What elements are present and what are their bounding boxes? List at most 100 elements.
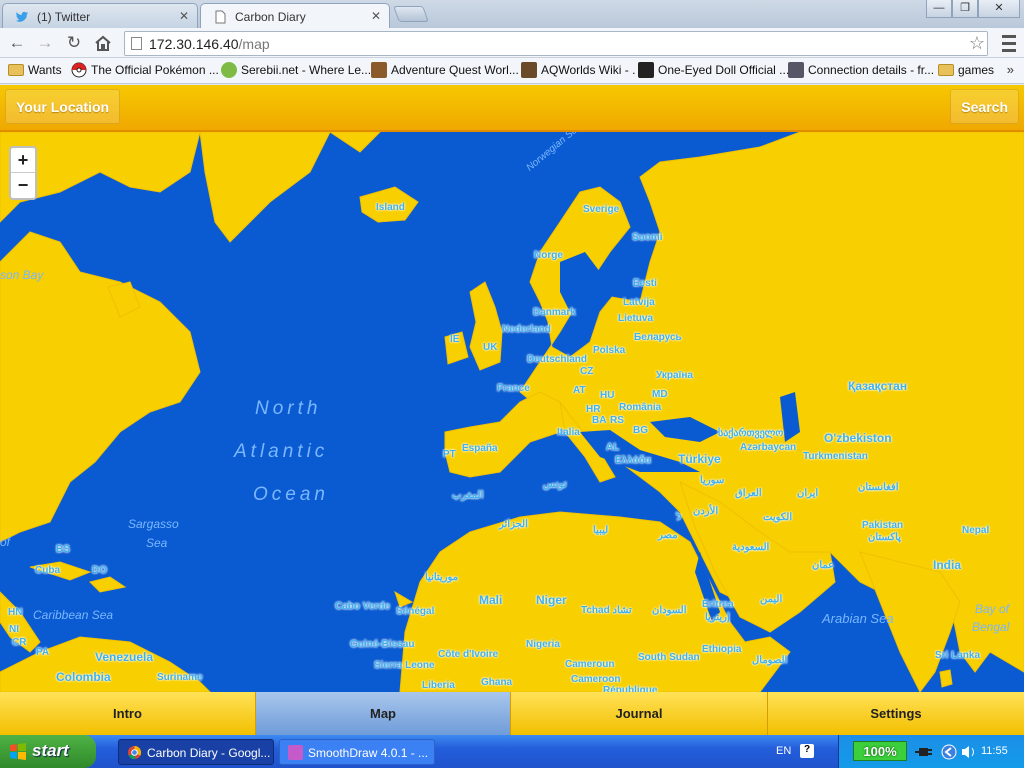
map-label: عمان: [812, 560, 835, 571]
forward-button[interactable]: →: [33, 31, 57, 55]
map-label: Nederland: [502, 324, 551, 335]
map-label: الصومال: [752, 655, 788, 666]
close-tab-icon[interactable]: ✕: [371, 9, 381, 23]
map-label: PA: [36, 647, 50, 658]
map-label: HR: [586, 404, 601, 415]
start-label: start: [32, 741, 69, 760]
bookmark-aqw[interactable]: Adventure Quest Worl...: [371, 62, 519, 78]
map-label: Україна: [656, 370, 693, 381]
tab-carbon-diary[interactable]: Carbon Diary ✕: [200, 3, 390, 28]
bookmark-aqw-wiki[interactable]: AQWorlds Wiki - .: [521, 62, 635, 78]
new-tab-button[interactable]: [393, 6, 429, 22]
bookmark-serebii[interactable]: Serebii.net - Where Le...: [221, 62, 372, 78]
close-window-button[interactable]: ✕: [978, 0, 1020, 18]
map-label: Turkmenistan: [803, 451, 868, 462]
map-label: ليبيا: [593, 525, 609, 536]
serebii-icon: [221, 62, 237, 78]
home-button[interactable]: [91, 31, 115, 55]
tab-journal[interactable]: Journal: [511, 692, 768, 735]
map-label: السعودية: [732, 542, 770, 553]
map-label: Ethiopia: [702, 644, 742, 655]
zoom-control: + −: [9, 146, 37, 200]
map-label: France: [497, 383, 530, 394]
taskbar-item-chrome[interactable]: Carbon Diary - Googl...: [118, 739, 274, 765]
tab-title: (1) Twitter: [37, 10, 91, 24]
sea-label: North: [255, 398, 322, 419]
start-button[interactable]: start: [0, 735, 96, 768]
map-label: PT: [443, 449, 456, 460]
language-indicator[interactable]: EN: [776, 745, 791, 757]
tab-title: Carbon Diary: [235, 10, 306, 24]
map-label: سوريا: [700, 475, 725, 486]
reload-button[interactable]: ↻: [62, 31, 86, 55]
close-tab-icon[interactable]: ✕: [179, 9, 189, 23]
map-label: Беларусь: [634, 332, 682, 343]
bookmark-label: games: [958, 63, 995, 77]
sea-label: Bengal: [972, 620, 1010, 634]
map-label: AL: [606, 442, 620, 453]
tab-settings[interactable]: Settings: [768, 692, 1024, 735]
help-icon[interactable]: ?: [800, 744, 814, 758]
map-label: HN: [8, 607, 23, 618]
map-label: España: [462, 443, 498, 454]
sea-label: son Bay: [0, 268, 44, 282]
maximize-button[interactable]: ❐: [952, 0, 978, 18]
map-label: الكويت: [763, 512, 793, 523]
back-arrow-tray-icon[interactable]: [940, 744, 958, 760]
bookmark-pokemon[interactable]: The Official Pokémon ...: [71, 62, 219, 78]
bookmark-one-eyed-doll[interactable]: One-Eyed Doll Official ...: [638, 62, 790, 78]
map-label: DO: [92, 565, 107, 576]
bookmark-label: Wants: [28, 63, 62, 77]
map-label: Nigeria: [526, 639, 560, 650]
map-label: Sénégal: [396, 606, 435, 617]
sea-label: Sargasso: [128, 517, 179, 531]
connection-icon: [788, 62, 804, 78]
tab-map[interactable]: Map: [256, 692, 511, 735]
chrome-menu-button[interactable]: [998, 31, 1020, 55]
bookmark-label: One-Eyed Doll Official ...: [658, 63, 790, 77]
map-label: Liberia: [422, 680, 455, 691]
battery-indicator[interactable]: 100%: [853, 741, 907, 761]
bookmark-wants[interactable]: Wants: [8, 63, 62, 77]
bookmark-label: Serebii.net - Where Le...: [241, 63, 372, 77]
volume-icon[interactable]: [960, 744, 978, 760]
world-map[interactable]: + − Island Sverige Suomi Norge Eesti Lat…: [0, 121, 1024, 696]
map-label: Cuba: [35, 565, 60, 576]
map-label: Latvija: [623, 297, 655, 308]
address-bar[interactable]: 172.30.146.40/map ☆: [124, 31, 988, 56]
map-label: NI: [9, 624, 19, 635]
sea-label: Ocean: [253, 484, 329, 505]
map-label: تونس: [543, 479, 567, 490]
tab-twitter[interactable]: (1) Twitter ✕: [2, 3, 198, 28]
bookmark-games[interactable]: games: [938, 63, 994, 77]
bookmark-star-icon[interactable]: ☆: [969, 33, 985, 54]
taskbar-item-smoothdraw[interactable]: SmoothDraw 4.0.1 - ...: [279, 739, 435, 765]
map-label: إريتريا: [705, 612, 730, 623]
bookmarks-bar: Wants The Official Pokémon ... Serebii.n…: [0, 58, 1024, 84]
map-label: ایران: [797, 488, 819, 499]
bookmark-connection[interactable]: Connection details - fr...: [788, 62, 934, 78]
map-label: BG: [633, 425, 648, 436]
url-path: /map: [238, 36, 270, 52]
zoom-out-button[interactable]: −: [11, 173, 35, 198]
map-label: Guiné-Bissau: [350, 639, 415, 650]
map-label: BS: [56, 544, 70, 555]
forward-arrow-icon: →: [36, 33, 54, 52]
your-location-button[interactable]: Your Location: [5, 89, 121, 124]
zoom-in-button[interactable]: +: [11, 148, 35, 173]
map-label: Deutschland: [527, 354, 588, 365]
back-button[interactable]: ←: [5, 31, 29, 55]
sea-label: Arabian Sea: [822, 611, 894, 626]
bookmarks-overflow-button[interactable]: »: [1007, 62, 1014, 77]
map-label: موريتانيا: [425, 572, 459, 583]
search-button[interactable]: Search: [950, 89, 1019, 124]
tab-intro[interactable]: Intro: [0, 692, 256, 735]
carbon-diary-app: Your Location Search + − Island Sverige …: [0, 85, 1024, 735]
map-label: الجزائر: [499, 519, 528, 530]
map-label: Colombia: [56, 670, 111, 684]
power-plug-icon[interactable]: [915, 744, 933, 760]
minimize-button[interactable]: —: [926, 0, 952, 18]
map-label: الأردن: [693, 506, 719, 517]
map-label: Côte d'Ivoire: [438, 649, 499, 660]
map-label: Norge: [534, 250, 563, 261]
